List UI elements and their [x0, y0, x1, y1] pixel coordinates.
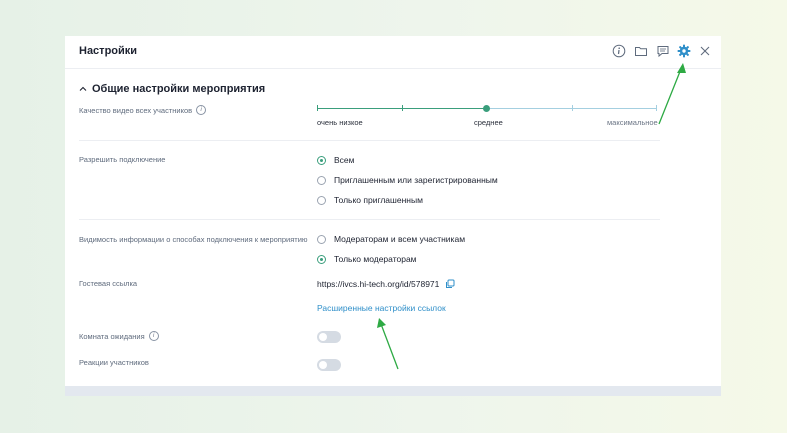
guest-link-url: https://ivcs.hi-tech.org/id/578971: [317, 279, 440, 289]
reactions-label: Реакции участников: [79, 358, 149, 367]
slider-tick: [572, 105, 573, 111]
radio-button[interactable]: [317, 175, 326, 185]
advanced-link-settings[interactable]: Расширенные настройки ссылок: [317, 303, 446, 313]
divider: [79, 219, 660, 220]
chat-icon[interactable]: [656, 44, 670, 58]
video-quality-label: Качество видео всех участников i: [79, 105, 207, 115]
radio-moderators-only[interactable]: Только модераторам: [317, 254, 417, 264]
info-icon[interactable]: [612, 44, 626, 58]
radio-button[interactable]: [317, 195, 326, 205]
slider-tick: [402, 105, 403, 111]
guest-link: https://ivcs.hi-tech.org/id/578971: [317, 279, 455, 289]
radio-all[interactable]: Всем: [317, 155, 355, 165]
slider-label-low: очень низкое: [317, 118, 363, 127]
slider-knob[interactable]: [483, 105, 490, 112]
radio-button[interactable]: [317, 234, 326, 244]
section-toggle[interactable]: Общие настройки мероприятия: [79, 83, 265, 95]
settings-header: Настройки: [65, 36, 721, 69]
page-title: Настройки: [79, 45, 138, 57]
settings-panel: Настройки Общие настройки мероприятия Ка…: [65, 36, 721, 396]
radio-button[interactable]: [317, 155, 326, 165]
copy-icon[interactable]: [445, 279, 455, 289]
gear-icon[interactable]: [677, 44, 691, 58]
radio-invited-or-registered[interactable]: Приглашенным или зарегистрированным: [317, 175, 498, 185]
slider-tick: [656, 105, 657, 111]
slider-label-mid: среднее: [474, 118, 503, 127]
info-icon[interactable]: i: [196, 105, 207, 115]
radio-button[interactable]: [317, 254, 326, 264]
waiting-room-label: Комната ожидания i: [79, 331, 159, 341]
allow-connection-label: Разрешить подключение: [79, 155, 166, 164]
divider: [79, 140, 660, 141]
panel-footer-bar: [65, 386, 721, 396]
video-quality-slider[interactable]: очень низкое среднее максимальное: [317, 98, 659, 128]
chevron-up-icon: [79, 86, 87, 91]
visibility-label: Видимость информации о способах подключе…: [79, 235, 308, 244]
radio-moderators-and-participants[interactable]: Модераторам и всем участникам: [317, 234, 465, 244]
waiting-room-toggle[interactable]: [317, 331, 341, 343]
radio-invited-only[interactable]: Только приглашенным: [317, 195, 423, 205]
close-icon[interactable]: [698, 44, 712, 58]
reactions-toggle[interactable]: [317, 359, 341, 371]
guest-link-label: Гостевая ссылка: [79, 279, 138, 288]
section-title: Общие настройки мероприятия: [92, 83, 266, 95]
slider-label-max: максимальное: [607, 118, 658, 127]
info-icon[interactable]: i: [148, 331, 159, 341]
folder-icon[interactable]: [634, 44, 648, 58]
slider-tick: [317, 105, 318, 111]
